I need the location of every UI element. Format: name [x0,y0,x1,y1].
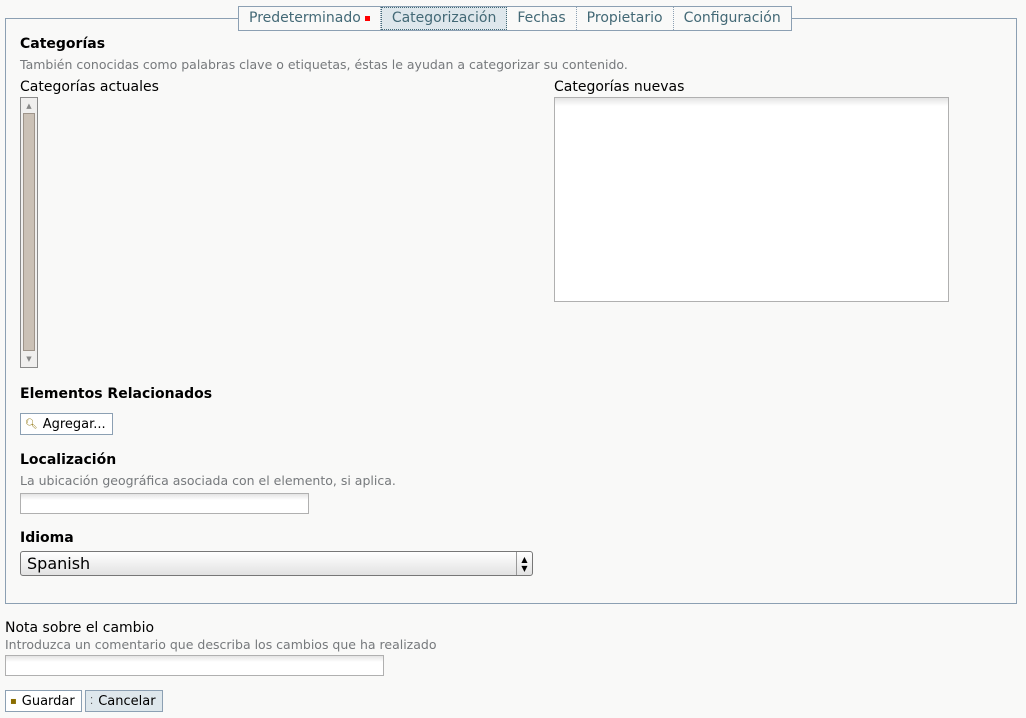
edit-tabs: Predeterminado Categorización Fechas Pro… [238,6,792,31]
related-items-title: Elementos Relacionados [20,386,213,402]
add-related-button[interactable]: 🔍︎ Agregar... [20,413,113,435]
tab-label: Configuración [683,10,781,26]
language-selected: Spanish [27,554,91,573]
scrollbar-thumb[interactable] [23,113,35,351]
change-note-help: Introduzca un comentario que describa lo… [5,637,437,652]
select-arrows-icon: ▲ ▼ [516,552,532,575]
tab-configuracion[interactable]: Configuración [674,7,791,30]
required-marker-icon [364,16,370,21]
change-note-title: Nota sobre el cambio [5,620,155,636]
tab-label: Propietario [586,10,663,26]
language-title: Idioma [20,530,74,546]
tab-label: Categorización [391,10,497,26]
add-related-label: Agregar... [42,416,106,432]
change-note-input[interactable] [5,655,384,676]
location-title: Localización [20,452,117,468]
scroll-up-icon[interactable]: ▲ [23,100,35,112]
categories-title: Categorías [20,36,106,52]
save-label: Guardar [21,693,75,709]
location-help: La ubicación geográfica asociada con el … [20,473,396,488]
tab-predeterminado[interactable]: Predeterminado [239,7,381,30]
cancel-button[interactable]: ⁚ Cancelar [85,690,163,712]
tab-label: Predeterminado [249,10,361,26]
cancel-icon: ⁚ [90,695,94,707]
location-input[interactable] [20,493,309,514]
current-categories-label: Categorías actuales [20,79,159,95]
save-icon: ▪ [10,695,17,707]
scroll-down-icon[interactable]: ▼ [23,353,35,365]
tab-categorizacion[interactable]: Categorización [380,7,508,30]
tab-propietario[interactable]: Propietario [577,7,674,30]
new-categories-textarea[interactable] [554,97,949,302]
magnifier-icon: 🔍︎ [25,418,38,430]
categories-help: También conocidas como palabras clave o … [20,57,628,72]
language-select[interactable]: Spanish ▲ ▼ [20,551,533,576]
new-categories-label: Categorías nuevas [554,79,685,95]
cancel-label: Cancelar [98,693,156,709]
tab-label: Fechas [517,10,566,26]
tab-fechas[interactable]: Fechas [507,7,577,30]
save-button[interactable]: ▪ Guardar [5,690,82,712]
current-categories-list[interactable]: ▲ ▼ [20,97,38,368]
